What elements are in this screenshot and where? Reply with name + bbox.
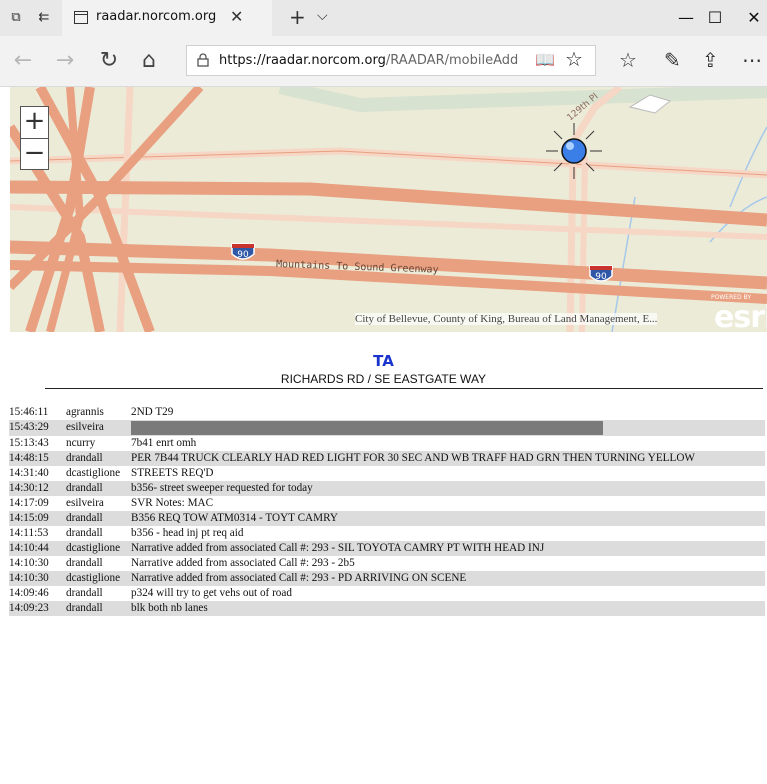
log-row: 15:43:29 esilveira [9, 420, 765, 436]
home-icon[interactable]: ⌂ [136, 47, 162, 75]
log-text: Narrative added from associated Call #: … [131, 542, 545, 554]
zoom-in-button[interactable]: + [21, 107, 48, 139]
refresh-icon[interactable]: ↻ [96, 47, 122, 75]
close-tab-icon[interactable]: ✕ [230, 7, 243, 26]
call-address: RICHARDS RD / SE EASTGATE WAY [280, 372, 487, 386]
narrative-log-table: 15:46:11 agrannis 2ND T29 15:43:29 esilveira… [9, 405, 765, 616]
log-time: 14:11:53 [9, 527, 49, 539]
log-text: STREETS REQ'D [131, 467, 214, 479]
back-icon[interactable]: ← [10, 47, 36, 75]
log-text: B356 REQ TOW ATM0314 - TOYT CAMRY [131, 512, 338, 524]
log-text: b356 - head inj pt req aid [131, 527, 244, 539]
log-user: drandall [66, 602, 103, 614]
log-user: dcastiglione [66, 572, 121, 584]
browser-titlebar: ⧉ ⇇ raadar.norcom.org ✕ + ⌵ — ☐ ✕ [0, 0, 767, 36]
log-user: esilveira [66, 421, 104, 433]
log-row: 15:46:11 agrannis 2ND T29 [9, 405, 765, 420]
log-row: 15:13:43 ncurry 7b41 enrt omh [9, 436, 765, 451]
pen-icon[interactable]: ✎ [664, 48, 681, 72]
chevron-down-icon[interactable]: ⌵ [317, 8, 328, 24]
call-type: TA [373, 352, 394, 370]
log-time: 14:09:46 [9, 587, 49, 599]
log-time: 14:09:23 [9, 602, 49, 614]
header-divider [45, 388, 763, 389]
new-tab-icon[interactable]: + [289, 5, 306, 29]
log-row: 14:10:44 dcastiglione Narrative added from… [9, 541, 765, 556]
set-aside-tabs-icon[interactable]: ⇇ [36, 10, 52, 26]
map-canvas: 90 90 Mountains To Sound Greenway 129th … [10, 87, 767, 332]
log-text: Narrative added from associated Call #: … [131, 572, 467, 584]
log-time: 14:10:30 [9, 557, 49, 569]
log-time: 14:10:30 [9, 572, 49, 584]
log-time: 14:17:09 [9, 497, 49, 509]
log-row: 14:10:30 drandall Narrative added from ass… [9, 556, 765, 571]
log-user: ncurry [66, 437, 96, 449]
log-text: Narrative added from associated Call #: … [131, 557, 355, 569]
log-time: 14:30:12 [9, 482, 49, 494]
log-user: drandall [66, 557, 103, 569]
log-row: 14:09:23 drandall blk both nb lanes [9, 601, 765, 616]
log-user: drandall [66, 482, 103, 494]
forward-icon[interactable]: → [52, 47, 78, 75]
log-row: 14:15:09 drandall B356 REQ TOW ATM0314 - T… [9, 511, 765, 526]
tab-title: raadar.norcom.org [96, 9, 217, 24]
log-row: 14:48:15 drandall PER 7B44 TRUCK CLEARLY H… [9, 451, 765, 466]
log-time: 15:46:11 [9, 406, 49, 418]
tab-preview-icon[interactable]: ⧉ [8, 10, 24, 26]
svg-text:90: 90 [237, 250, 249, 260]
reading-view-icon[interactable]: 📖 [535, 50, 555, 69]
log-time: 14:15:09 [9, 512, 49, 524]
share-icon[interactable]: ⇪ [702, 48, 719, 72]
svg-text:90: 90 [595, 272, 607, 282]
url-text: https://raadar.norcom.org/RAADAR/mobileA… [219, 53, 519, 68]
log-time: 15:13:43 [9, 437, 49, 449]
maximize-button[interactable]: ☐ [695, 6, 735, 30]
log-text [131, 420, 765, 436]
redacted-text [131, 421, 603, 435]
log-text: SVR Notes: MAC [131, 497, 214, 509]
page-icon [74, 11, 88, 24]
log-row: 14:31:40 dcastiglione STREETS REQ'D [9, 466, 765, 481]
map-attribution: City of Bellevue, County of King, Bureau… [355, 313, 658, 325]
log-user: dcastiglione [66, 467, 121, 479]
lock-icon [197, 53, 209, 67]
close-window-button[interactable]: ✕ [734, 6, 767, 30]
log-time: 15:43:29 [9, 421, 49, 433]
zoom-out-button[interactable]: − [21, 139, 48, 170]
log-row: 14:10:30 dcastiglione Narrative added from… [9, 571, 765, 586]
map-view[interactable]: 90 90 Mountains To Sound Greenway 129th … [10, 87, 767, 332]
log-time: 14:48:15 [9, 452, 49, 464]
log-text: PER 7B44 TRUCK CLEARLY HAD RED LIGHT FOR… [131, 452, 695, 464]
log-text: b356- street sweeper requested for today [131, 482, 313, 494]
log-text: 2ND T29 [131, 406, 174, 418]
log-user: drandall [66, 527, 103, 539]
browser-tab[interactable]: raadar.norcom.org ✕ [62, 0, 272, 36]
favorite-star-icon[interactable]: ☆ [565, 47, 583, 71]
address-bar[interactable]: https://raadar.norcom.org/RAADAR/mobileA… [186, 45, 596, 76]
log-row: 14:30:12 drandall b356- street sweeper req… [9, 481, 765, 496]
log-row: 14:17:09 esilveira SVR Notes: MAC [9, 496, 765, 511]
browser-navbar: ← → ↻ ⌂ https://raadar.norcom.org/RAADAR… [0, 36, 767, 87]
log-user: dcastiglione [66, 542, 121, 554]
log-text: p324 will try to get vehs out of road [131, 587, 292, 599]
log-user: drandall [66, 452, 103, 464]
zoom-control: + − [20, 106, 49, 170]
log-user: esilveira [66, 497, 104, 509]
log-row: 14:11:53 drandall b356 - head inj pt req a… [9, 526, 765, 541]
log-user: drandall [66, 512, 103, 524]
esri-logo[interactable]: esri [714, 300, 767, 335]
log-time: 14:31:40 [9, 467, 49, 479]
location-marker-icon [546, 123, 602, 179]
more-icon[interactable]: ⋯ [742, 48, 762, 72]
favorites-list-icon[interactable]: ☆ [619, 48, 637, 72]
log-time: 14:10:44 [9, 542, 49, 554]
log-user: drandall [66, 587, 103, 599]
log-text: blk both nb lanes [131, 602, 208, 614]
log-row: 14:09:46 drandall p324 will try to get veh… [9, 586, 765, 601]
log-text: 7b41 enrt omh [131, 437, 197, 449]
log-user: agrannis [66, 406, 104, 418]
